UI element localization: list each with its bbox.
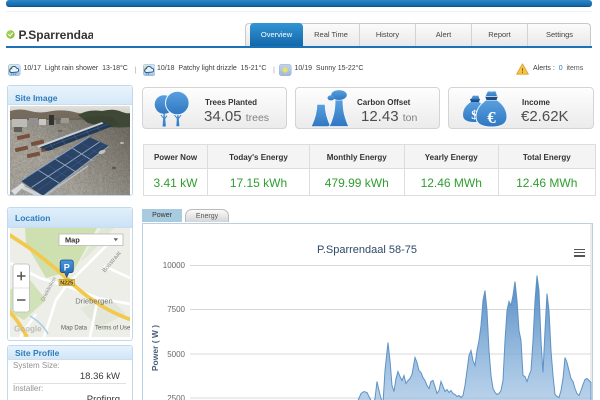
svg-text:Google: Google xyxy=(14,325,42,334)
svg-text:Terms of Use: Terms of Use xyxy=(95,326,130,332)
svg-text:€: € xyxy=(487,108,496,127)
svg-text:Map: Map xyxy=(65,236,80,245)
svg-text:P: P xyxy=(64,263,70,273)
svg-text:!: ! xyxy=(521,65,524,74)
svg-text:Map Data: Map Data xyxy=(61,326,88,332)
svg-text:Driebergen: Driebergen xyxy=(75,297,113,306)
svg-text:N225: N225 xyxy=(60,281,73,287)
